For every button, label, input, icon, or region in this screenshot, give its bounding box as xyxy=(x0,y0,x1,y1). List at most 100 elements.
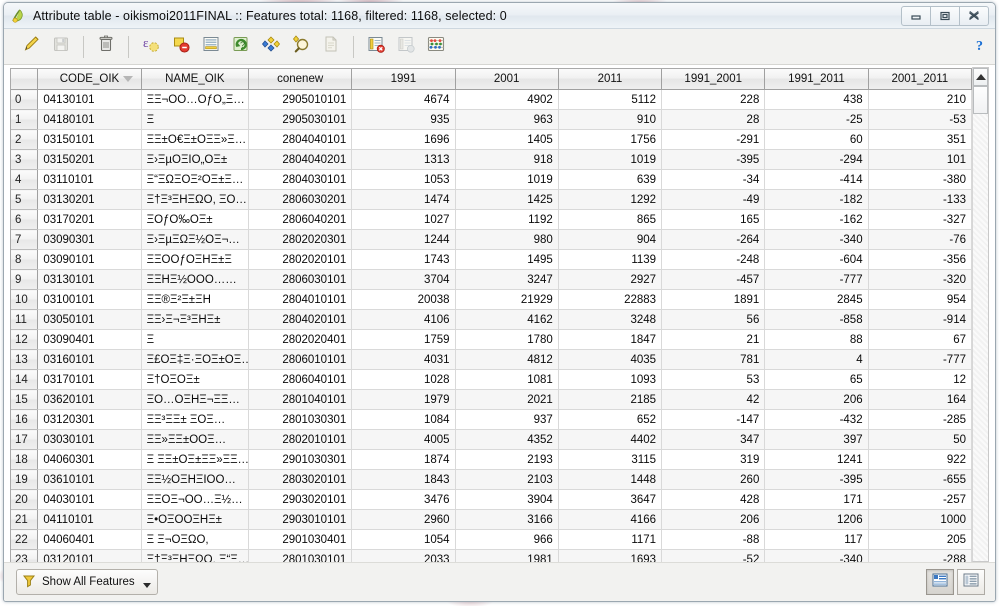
table-row[interactable]: 18 04060301 Ξ ΞΞ±ΟΞ±ΞΞ»ΞΞ… 2901030301 1874 21… xyxy=(11,449,972,470)
column-header-NAME_OIK[interactable]: NAME_OIK xyxy=(141,69,250,90)
cell-d1991_2011[interactable]: -340 xyxy=(764,229,869,250)
cell-d1991_2001[interactable]: 428 xyxy=(661,489,766,510)
row-header[interactable]: 19 xyxy=(11,469,39,490)
cell-CODE_OIK[interactable]: 03610101 xyxy=(37,469,142,490)
cell-CODE_OIK[interactable]: 03170201 xyxy=(37,209,142,230)
select-by-expression-button[interactable]: ε xyxy=(136,32,166,62)
table-row[interactable]: 5 03130201 Ξ†Ξ³ΞΗΞΩΟ, ΞΟ… 2806030201 1474 142… xyxy=(11,189,972,210)
cell-d1991_2001[interactable]: -49 xyxy=(661,189,766,210)
table-row[interactable]: 6 03170201 ΞΟƒΟ‰ΟΞ± 2806040201 1027 1192 865 16… xyxy=(11,209,972,230)
cell-y2001[interactable]: 1081 xyxy=(455,369,559,390)
cell-y2001[interactable]: 918 xyxy=(455,149,559,170)
cell-NAME_OIK[interactable]: ΞΞ®Ξ²Ξ±ΞΗ xyxy=(141,289,250,310)
cell-d2001_2011[interactable]: 954 xyxy=(868,289,972,310)
cell-CODE_OIK[interactable]: 03050101 xyxy=(37,309,142,330)
cell-y1991[interactable]: 1084 xyxy=(351,409,456,430)
cell-CODE_OIK[interactable]: 03170101 xyxy=(37,369,142,390)
cell-d1991_2001[interactable]: 21 xyxy=(661,329,766,350)
cell-d2001_2011[interactable]: -53 xyxy=(868,109,972,130)
cell-y1991[interactable]: 2960 xyxy=(351,509,456,530)
table-row[interactable]: 17 03030101 ΞΞ»ΞΞ±ΟΟΞ… 2802010101 4005 4352 44… xyxy=(11,429,972,450)
new-column-button[interactable] xyxy=(391,32,421,62)
cell-d1991_2001[interactable]: -34 xyxy=(661,169,766,190)
cell-y2011[interactable]: 1847 xyxy=(558,329,663,350)
cell-d1991_2011[interactable]: 65 xyxy=(764,369,869,390)
cell-d1991_2011[interactable]: -432 xyxy=(764,409,869,430)
cell-d2001_2011[interactable]: -76 xyxy=(868,229,972,250)
table-row[interactable]: 14 03170101 Ξ†ΟΞΟΞ± 2806040101 1028 1081 1093 5… xyxy=(11,369,972,390)
cell-y2001[interactable]: 3904 xyxy=(455,489,559,510)
cell-d1991_2011[interactable]: -340 xyxy=(764,549,869,562)
row-header[interactable]: 20 xyxy=(11,489,39,510)
column-header-CODE_OIK[interactable]: CODE_OIK xyxy=(37,69,142,90)
cell-y2001[interactable]: 2103 xyxy=(455,469,559,490)
copy-rows-button[interactable] xyxy=(316,32,346,62)
cell-NAME_OIK[interactable]: ΞΞ±Ο€Ξ±ΟΞΞ»Ξ… xyxy=(141,129,250,150)
table-row[interactable]: 12 03090401 Ξ 2802020401 1759 1780 1847 21 88 67 xyxy=(11,329,972,350)
cell-CODE_OIK[interactable]: 03110101 xyxy=(37,169,142,190)
cell-CODE_OIK[interactable]: 03150201 xyxy=(37,149,142,170)
row-header[interactable]: 6 xyxy=(11,209,39,230)
cell-d1991_2001[interactable]: 165 xyxy=(661,209,766,230)
cell-y1991[interactable]: 1874 xyxy=(351,449,456,470)
cell-conenew[interactable]: 2804040101 xyxy=(248,129,353,150)
cell-y1991[interactable]: 4106 xyxy=(351,309,456,330)
cell-d2001_2011[interactable]: 210 xyxy=(868,89,972,110)
cell-y2001[interactable]: 3247 xyxy=(455,269,559,290)
column-header-y2011[interactable]: 2011 xyxy=(558,69,663,90)
table-row[interactable]: 0 04130101 ΞΞ¬ΟΟ…ΟƒΟ„Ξ… 2905010101 4674 4902 5… xyxy=(11,89,972,110)
cell-CODE_OIK[interactable]: 04060401 xyxy=(37,529,142,550)
cell-d2001_2011[interactable]: 12 xyxy=(868,369,972,390)
cell-conenew[interactable]: 2802010101 xyxy=(248,429,353,450)
cell-y2011[interactable]: 904 xyxy=(558,229,663,250)
cell-y1991[interactable]: 1474 xyxy=(351,189,456,210)
cell-d2001_2011[interactable]: -285 xyxy=(868,409,972,430)
cell-y2001[interactable]: 1192 xyxy=(455,209,559,230)
cell-y2001[interactable]: 21929 xyxy=(455,289,559,310)
cell-y2011[interactable]: 4035 xyxy=(558,349,663,370)
cell-d1991_2011[interactable]: 2845 xyxy=(764,289,869,310)
cell-d2001_2011[interactable]: -327 xyxy=(868,209,972,230)
cell-conenew[interactable]: 2801040101 xyxy=(248,389,353,410)
pan-to-selected-button[interactable] xyxy=(256,32,286,62)
cell-d2001_2011[interactable]: -288 xyxy=(868,549,972,562)
row-header[interactable]: 17 xyxy=(11,429,39,450)
cell-d1991_2011[interactable]: -604 xyxy=(764,249,869,270)
cell-d1991_2011[interactable]: 171 xyxy=(764,489,869,510)
cell-y2011[interactable]: 22883 xyxy=(558,289,663,310)
cell-conenew[interactable]: 2901030401 xyxy=(248,529,353,550)
cell-d1991_2001[interactable]: -248 xyxy=(661,249,766,270)
scroll-up-button[interactable] xyxy=(973,68,988,86)
cell-y2001[interactable]: 2193 xyxy=(455,449,559,470)
cell-NAME_OIK[interactable]: Ξ xyxy=(141,109,250,130)
cell-d1991_2011[interactable]: 88 xyxy=(764,329,869,350)
table-row[interactable]: 1 04180101 Ξ 2905030101 935 963 910 28 -25 -53 xyxy=(11,109,972,130)
table-row[interactable]: 11 03050101 ΞΞ›Ξ¬Ξ³ΞΗΞ± 2804020101 4106 4162 3… xyxy=(11,309,972,330)
table-row[interactable]: 22 04060401 Ξ Ξ¬ΟΞΩΟ, 2901030401 1054 966 1171… xyxy=(11,529,972,550)
cell-d2001_2011[interactable]: 101 xyxy=(868,149,972,170)
cell-NAME_OIK[interactable]: ΞΞ³ΞΞ± ΞΟΞ… xyxy=(141,409,250,430)
cell-y2001[interactable]: 963 xyxy=(455,109,559,130)
cell-CODE_OIK[interactable]: 03160101 xyxy=(37,349,142,370)
cell-y2011[interactable]: 2185 xyxy=(558,389,663,410)
cell-d2001_2011[interactable]: -914 xyxy=(868,309,972,330)
cell-y2011[interactable]: 4166 xyxy=(558,509,663,530)
table-corner-header[interactable] xyxy=(11,69,39,90)
cell-NAME_OIK[interactable]: ΞΞ¬ΟΟ…ΟƒΟ„Ξ… xyxy=(141,89,250,110)
cell-y2011[interactable]: 910 xyxy=(558,109,663,130)
table-row[interactable]: 2 03150101 ΞΞ±Ο€Ξ±ΟΞΞ»Ξ… 2804040101 1696 1405… xyxy=(11,129,972,150)
cell-conenew[interactable]: 2806010101 xyxy=(248,349,353,370)
cell-d1991_2001[interactable]: 1891 xyxy=(661,289,766,310)
cell-y2001[interactable]: 3166 xyxy=(455,509,559,530)
form-view-button[interactable] xyxy=(957,569,985,595)
column-header-conenew[interactable]: conenew xyxy=(248,69,353,90)
cell-d2001_2011[interactable]: 922 xyxy=(868,449,972,470)
table-row[interactable]: 13 03160101 Ξ£ΟΞ‡Ξ·ΞΟΞ±ΟΞ… 2806010101 4031 48… xyxy=(11,349,972,370)
column-header-y2001[interactable]: 2001 xyxy=(455,69,559,90)
cell-conenew[interactable]: 2806040101 xyxy=(248,369,353,390)
cell-d1991_2011[interactable]: 397 xyxy=(764,429,869,450)
table-row[interactable]: 9 03130101 ΞΞΗΞ½ΟΟΟ…… 2806030101 3704 3247 292… xyxy=(11,269,972,290)
cell-d1991_2011[interactable]: -414 xyxy=(764,169,869,190)
cell-d1991_2001[interactable]: 28 xyxy=(661,109,766,130)
cell-NAME_OIK[interactable]: ΞΞΟΟƒΟΞΗΞ±Ξ xyxy=(141,249,250,270)
